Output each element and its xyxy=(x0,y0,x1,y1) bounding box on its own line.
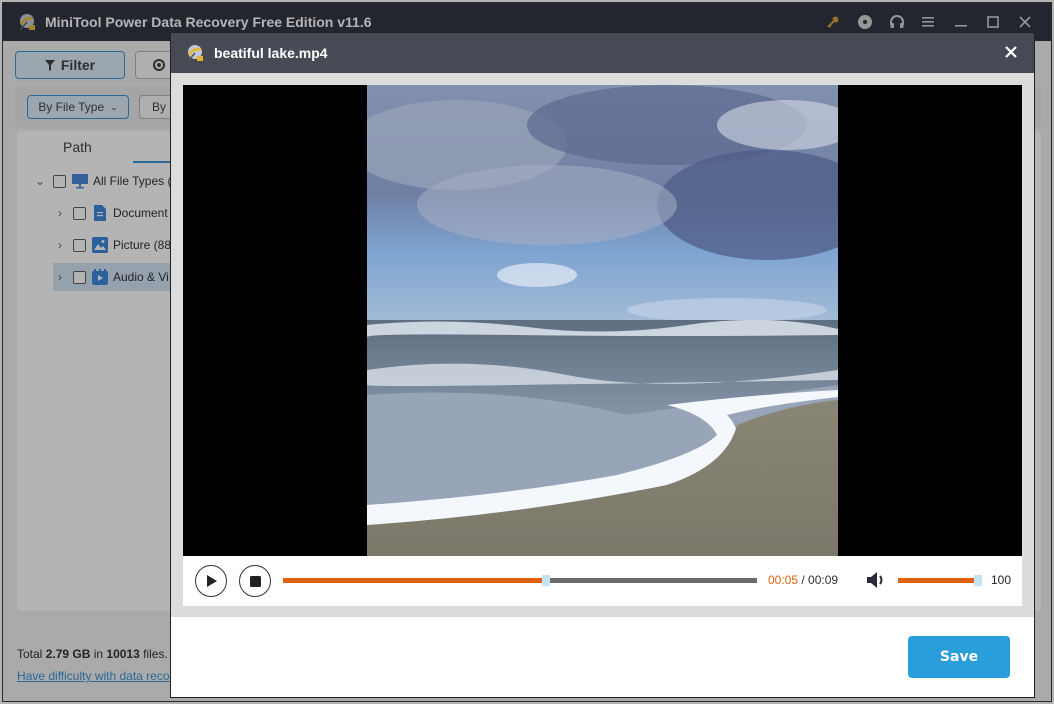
app-logo-icon xyxy=(187,45,203,62)
volume-value: 100 xyxy=(991,573,1012,587)
current-time: 00:05 xyxy=(768,573,799,587)
volume-thumb[interactable] xyxy=(974,575,982,586)
seek-progress xyxy=(283,578,547,583)
seek-thumb[interactable] xyxy=(542,575,551,586)
preview-dialog: beatiful lake.mp4 00:05 / 00:09 100 Save xyxy=(170,32,1035,698)
stop-icon xyxy=(249,575,261,587)
play-icon xyxy=(207,575,217,587)
volume-slider[interactable] xyxy=(898,575,982,586)
volume-icon[interactable] xyxy=(865,570,887,590)
total-time: 00:09 xyxy=(808,573,839,587)
save-button[interactable]: Save xyxy=(908,636,1010,678)
time-separator: / xyxy=(798,573,809,587)
video-player[interactable] xyxy=(183,85,1022,556)
stop-button[interactable] xyxy=(239,565,271,597)
video-frame xyxy=(367,85,838,556)
play-button[interactable] xyxy=(195,565,227,597)
video-frame-image xyxy=(367,85,838,556)
player-controls: 00:05 / 00:09 100 xyxy=(183,556,1022,606)
seek-bar[interactable] xyxy=(283,575,757,586)
dialog-header: beatiful lake.mp4 xyxy=(171,33,1034,73)
time-display: 00:05 / 00:09 xyxy=(768,573,838,587)
volume-level xyxy=(898,578,982,583)
close-icon[interactable] xyxy=(1000,41,1022,63)
dialog-content: 00:05 / 00:09 100 xyxy=(171,73,1034,617)
dialog-title: beatiful lake.mp4 xyxy=(214,45,328,61)
